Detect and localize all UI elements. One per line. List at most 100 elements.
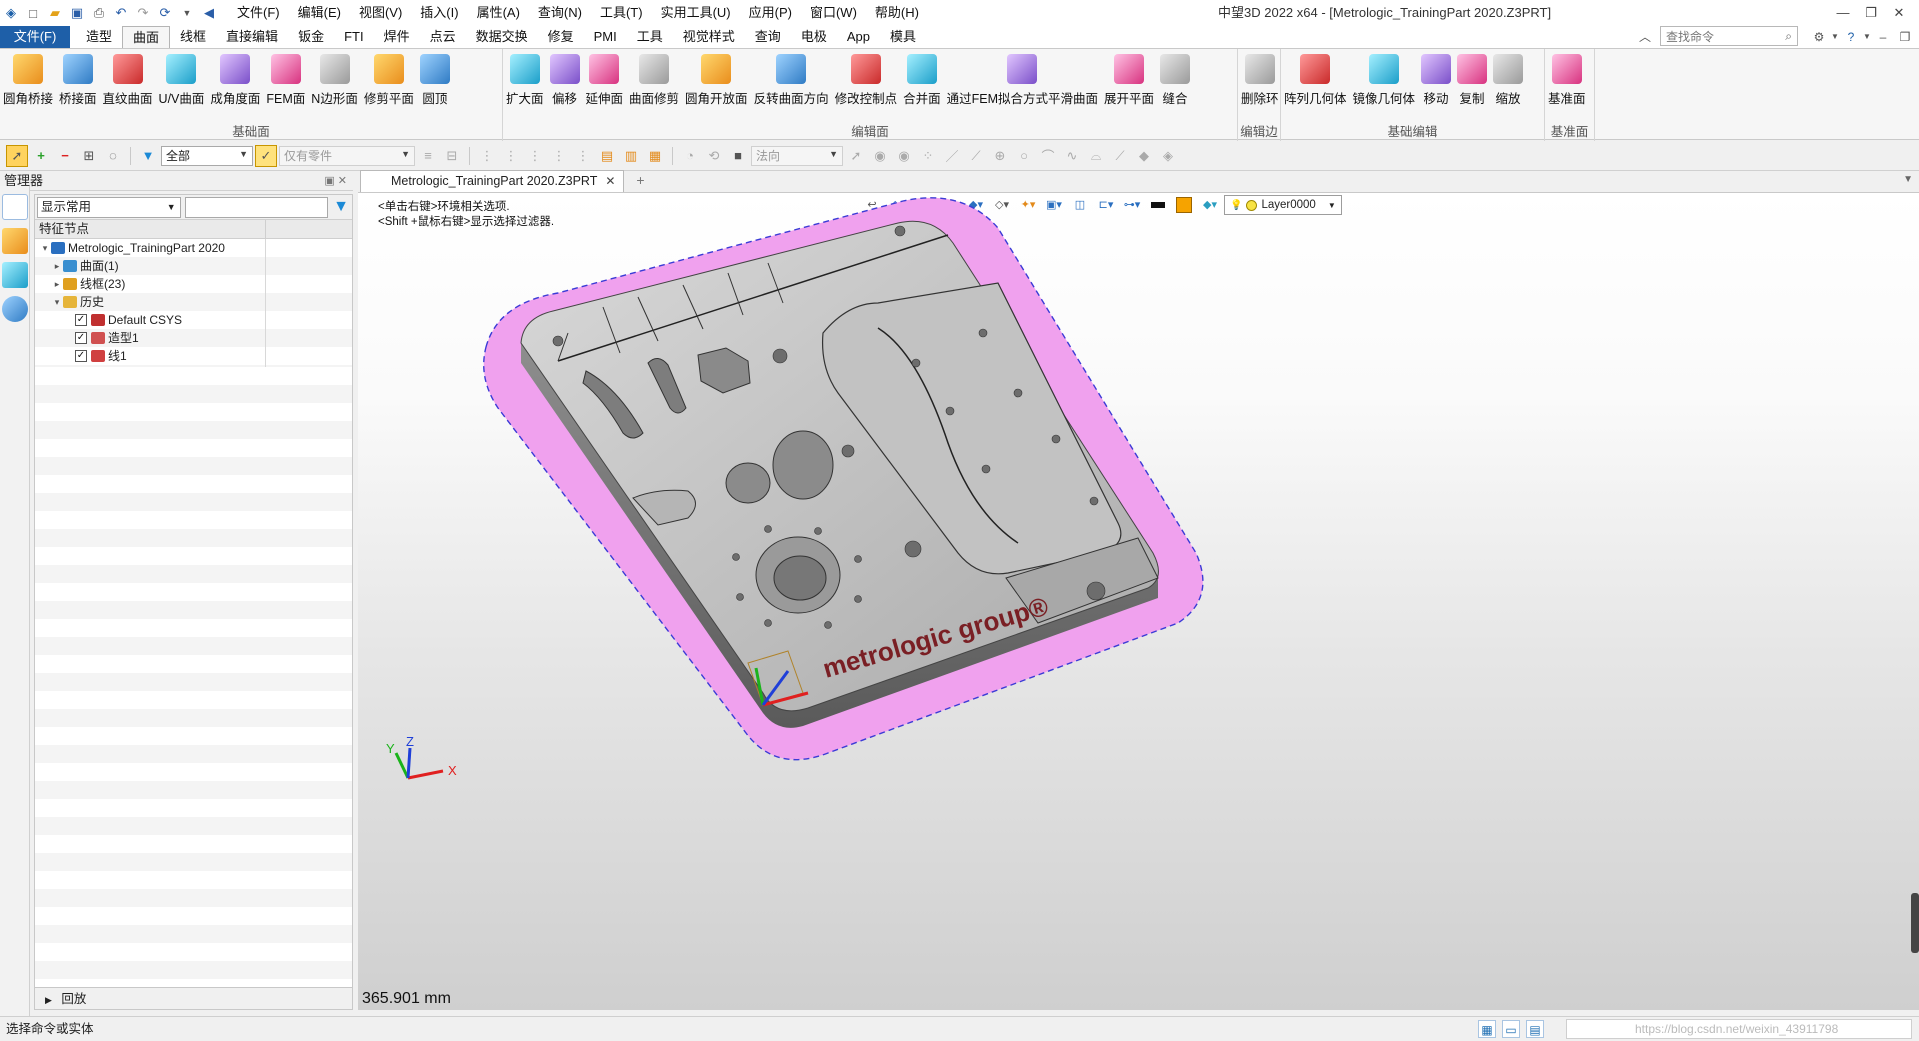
ribbon-button-1-4[interactable]: 圆角开放面 xyxy=(682,52,751,119)
ribbon-button-1-8[interactable]: 通过FEM拟合方式平滑曲面 xyxy=(944,52,1101,119)
ribbon-tab-0[interactable]: 造型 xyxy=(76,26,122,48)
new-tab-icon[interactable]: + xyxy=(636,170,644,192)
visibility-checkbox[interactable]: ✓ xyxy=(75,350,87,362)
ribbon-tab-16[interactable]: 模具 xyxy=(880,26,926,48)
snap-icon-1[interactable]: ⋮ xyxy=(476,145,498,167)
back-arrow-icon[interactable]: ◀ xyxy=(198,2,220,24)
tree-node[interactable]: ✓ 线1 xyxy=(35,347,352,365)
ribbon-tab-6[interactable]: 焊件 xyxy=(374,26,420,48)
menu-item-0[interactable]: 文件(F) xyxy=(228,0,289,26)
file-tab[interactable]: 文件(F) xyxy=(0,26,70,48)
ribbon-tab-13[interactable]: 查询 xyxy=(745,26,791,48)
pick-pointer-icon[interactable]: ➚ xyxy=(6,144,28,167)
customize-dropdown-icon[interactable]: ▼ xyxy=(176,2,198,24)
add-selection-icon[interactable]: + xyxy=(30,145,52,167)
snap-mode-icon-6[interactable]: ⟋ xyxy=(965,145,987,167)
snap-mode-icon-12[interactable]: ⟋ xyxy=(1109,145,1131,167)
ribbon-tab-12[interactable]: 视觉样式 xyxy=(673,26,745,48)
menu-item-9[interactable]: 窗口(W) xyxy=(801,0,866,26)
ribbon-button-3-4[interactable]: 缩放 xyxy=(1490,52,1526,119)
image-view-icon[interactable] xyxy=(2,262,28,288)
direction-select[interactable]: 法向 ▼ xyxy=(751,145,843,166)
menu-item-10[interactable]: 帮助(H) xyxy=(866,0,928,26)
tab-list-dropdown-icon[interactable]: ▼ xyxy=(1903,174,1913,185)
display-mode-select[interactable]: 显示常用 ▼ xyxy=(37,196,181,218)
status-panel-icon[interactable]: ▤ xyxy=(1526,1020,1544,1038)
ribbon-tab-2[interactable]: 线框 xyxy=(170,26,216,48)
ribbon-tab-7[interactable]: 点云 xyxy=(420,26,466,48)
menu-item-5[interactable]: 查询(N) xyxy=(529,0,591,26)
redo-icon[interactable]: ↷ xyxy=(132,2,154,24)
tree-node[interactable]: ▾ Metrologic_TrainingPart 2020 xyxy=(35,239,352,257)
remove-selection-icon[interactable]: − xyxy=(54,145,76,167)
help-dropdown-icon[interactable]: ▼ xyxy=(1862,28,1872,46)
ribbon-tab-15[interactable]: App xyxy=(837,26,880,48)
snap-icon-4[interactable]: ⋮ xyxy=(548,145,570,167)
filter-option-icon[interactable]: ≡ xyxy=(417,145,439,167)
ribbon-tab-9[interactable]: 修复 xyxy=(538,26,584,48)
ribbon-button-0-6[interactable]: N边形面 xyxy=(308,52,361,119)
tree-search-input[interactable] xyxy=(184,196,329,218)
doc-minimize-icon[interactable]: – xyxy=(1872,28,1894,46)
ribbon-tab-11[interactable]: 工具 xyxy=(627,26,673,48)
expand-arrow-icon[interactable]: ▸ xyxy=(51,275,63,293)
collapse-arrow-icon[interactable]: ▾ xyxy=(39,239,51,257)
collapse-arrow-icon[interactable]: ▾ xyxy=(51,293,63,311)
expand-arrow-icon[interactable]: ▸ xyxy=(51,257,63,275)
save-icon[interactable]: ▣ xyxy=(66,2,88,24)
settings-gear-icon[interactable]: ⚙ xyxy=(1808,28,1830,46)
ribbon-button-2-0[interactable]: 删除环 xyxy=(1238,52,1282,119)
tree-node[interactable]: ▾ 历史 xyxy=(35,293,352,311)
snap-icon-7[interactable]: ▥ xyxy=(620,145,642,167)
menu-item-3[interactable]: 插入(I) xyxy=(411,0,467,26)
close-icon[interactable]: ✕ xyxy=(1885,0,1913,26)
snap-icon-3[interactable]: ⋮ xyxy=(524,145,546,167)
menu-item-6[interactable]: 工具(T) xyxy=(591,0,652,26)
undo-icon[interactable]: ↶ xyxy=(110,2,132,24)
menu-item-8[interactable]: 应用(P) xyxy=(740,0,801,26)
stop-icon[interactable]: ■ xyxy=(727,145,749,167)
ribbon-button-3-2[interactable]: 移动 xyxy=(1418,52,1454,119)
snap-mode-icon-4[interactable]: ⁘ xyxy=(917,145,939,167)
app-logo-icon[interactable]: ◈ xyxy=(0,2,22,24)
tree-node[interactable]: ✓ 造型1 xyxy=(35,329,352,347)
part-model[interactable]: metrologic group® X Y Z xyxy=(358,193,1919,1010)
ribbon-tab-5[interactable]: FTI xyxy=(334,26,374,48)
close-tab-icon[interactable]: ✕ xyxy=(605,171,615,192)
snap-mode-icon-8[interactable]: ○ xyxy=(1013,145,1035,167)
ribbon-tab-4[interactable]: 钣金 xyxy=(288,26,334,48)
menu-item-2[interactable]: 视图(V) xyxy=(350,0,411,26)
ribbon-button-0-4[interactable]: 成角度面 xyxy=(207,52,263,119)
tree-node[interactable]: ▸ 线框(23) xyxy=(35,275,352,293)
restore-icon[interactable]: ❐ xyxy=(1857,0,1885,26)
ribbon-button-0-0[interactable]: 圆角桥接 xyxy=(0,52,56,119)
ribbon-button-3-0[interactable]: 阵列几何体 xyxy=(1281,52,1350,119)
ribbon-tab-3[interactable]: 直接编辑 xyxy=(216,26,288,48)
print-icon[interactable]: ⎙ xyxy=(88,2,110,24)
command-search-input[interactable]: 查找命令 ⌕ xyxy=(1660,26,1798,46)
snap-mode-icon-3[interactable]: ◉ xyxy=(893,145,915,167)
lasso-select-icon[interactable]: ◌ xyxy=(102,145,124,167)
ribbon-button-1-10[interactable]: 缝合 xyxy=(1157,52,1193,119)
manager-pin-close-icon[interactable]: ▣ ✕ xyxy=(324,171,347,191)
collapse-ribbon-icon[interactable]: ︿ xyxy=(1634,28,1656,46)
ribbon-button-0-8[interactable]: 圆顶 xyxy=(417,52,453,119)
part-view-icon[interactable] xyxy=(2,228,28,254)
part-filter-icon[interactable]: ✓ xyxy=(255,144,277,167)
menu-item-7[interactable]: 实用工具(U) xyxy=(652,0,740,26)
command-line-input[interactable]: https://blog.csdn.net/weixin_43911798 xyxy=(1566,1019,1912,1039)
snap-icon-8[interactable]: ▦ xyxy=(644,145,666,167)
snap-icon-5[interactable]: ⋮ xyxy=(572,145,594,167)
filter-option2-icon[interactable]: ⊟ xyxy=(441,145,463,167)
ribbon-tab-1[interactable]: 曲面 xyxy=(122,26,171,48)
menu-item-4[interactable]: 属性(A) xyxy=(468,0,529,26)
ribbon-button-0-5[interactable]: FEM面 xyxy=(263,52,308,119)
help-icon[interactable]: ? xyxy=(1840,28,1862,46)
new-file-icon[interactable]: □ xyxy=(22,2,44,24)
large-hole-2[interactable] xyxy=(725,462,771,504)
doc-restore-icon[interactable]: ❐ xyxy=(1894,28,1916,46)
playback-section[interactable]: ▶ 回放 xyxy=(35,987,352,1009)
ribbon-button-1-3[interactable]: 曲面修剪 xyxy=(626,52,682,119)
rebuild-icon[interactable]: ⟲ xyxy=(703,145,725,167)
status-monitor-icon[interactable]: ▭ xyxy=(1502,1020,1520,1038)
